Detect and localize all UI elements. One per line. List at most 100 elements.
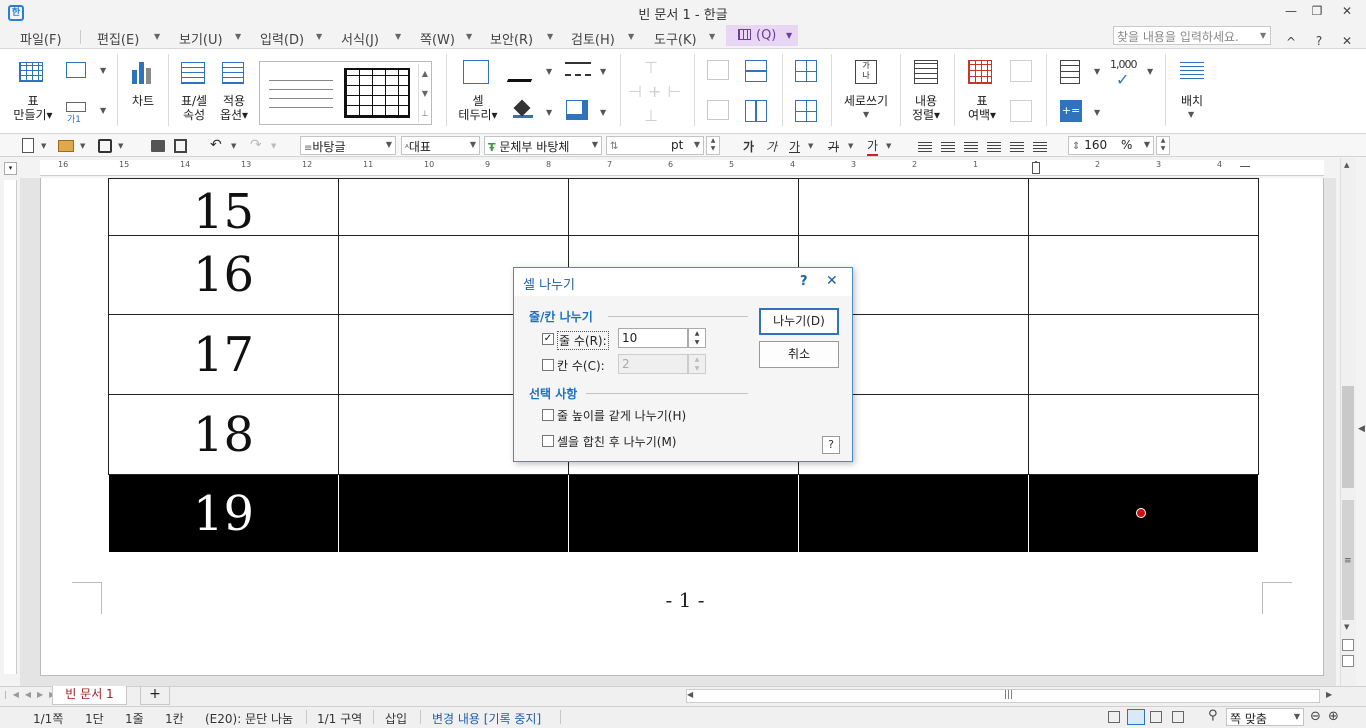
view-width-icon[interactable]: [1150, 711, 1162, 723]
horizontal-ruler[interactable]: 161514131211109876543211234: [40, 160, 1324, 176]
table-props-icon[interactable]: [181, 62, 205, 84]
chevron-down-icon[interactable]: ▼: [231, 142, 236, 150]
new-doc-icon[interactable]: [22, 138, 34, 153]
chevron-down-icon[interactable]: ▼: [1147, 67, 1153, 76]
menu-format[interactable]: 서식(J): [341, 29, 379, 48]
table-style-gallery[interactable]: ▲ ▼ ⊥: [259, 61, 432, 125]
font-size-spinner[interactable]: ▲ ▼: [706, 136, 720, 155]
table-cell-number[interactable]: 17: [108, 314, 339, 395]
arrange-button[interactable]: 배치: [1172, 94, 1212, 108]
rows-spinner[interactable]: ▲ ▼: [688, 328, 706, 348]
chevron-down-icon[interactable]: ▼: [100, 106, 106, 115]
chevron-down-icon[interactable]: ▼: [808, 142, 813, 150]
calc-icon[interactable]: +=: [1060, 100, 1082, 122]
vertical-write-icon[interactable]: 가나: [855, 60, 877, 84]
status-section[interactable]: 1/1 구역: [317, 710, 362, 727]
table-cell[interactable]: [1028, 314, 1259, 395]
menu-security[interactable]: 보안(R): [490, 29, 533, 48]
table-cell[interactable]: [568, 178, 799, 236]
dialog-help-icon[interactable]: ?: [800, 274, 808, 289]
table-style-grid[interactable]: [344, 68, 410, 118]
chevron-down-icon[interactable]: ▼: [546, 108, 552, 117]
italic-button[interactable]: 가: [766, 138, 777, 155]
line-style-icon[interactable]: [565, 62, 591, 76]
table-cell[interactable]: [338, 474, 569, 553]
table-cell-number[interactable]: 18: [108, 394, 339, 475]
chevron-down-icon[interactable]: ▼: [1260, 31, 1266, 40]
table-cell-number[interactable]: 19: [108, 474, 339, 553]
underline-button[interactable]: 가: [789, 138, 800, 155]
split-button[interactable]: 나누기(D): [759, 308, 839, 335]
table-cell[interactable]: [798, 474, 1029, 553]
status-track-changes[interactable]: 변경 내용 [기록 중지]: [432, 710, 541, 727]
dialog-close-icon[interactable]: ✕: [826, 273, 838, 289]
status-insert-mode[interactable]: 삽입: [385, 710, 407, 727]
table-margin-button[interactable]: 표 여백▾: [962, 94, 1002, 122]
menu-view[interactable]: 보기(U): [179, 29, 223, 48]
page-up-icon[interactable]: [1342, 639, 1354, 651]
chevron-down-icon[interactable]: ▼: [863, 110, 869, 119]
merge-cell-icon[interactable]: [795, 60, 817, 82]
restore-button[interactable]: ❐: [1307, 4, 1327, 20]
font-color-button[interactable]: 가: [867, 137, 879, 156]
chart-button[interactable]: 차트: [124, 94, 162, 108]
font-select[interactable]: Ŧ 문체부 바탕체 ▼: [484, 136, 602, 155]
chevron-down-icon[interactable]: ▼: [395, 32, 401, 41]
table-margin-icon[interactable]: [968, 60, 992, 84]
caption-icon[interactable]: [66, 102, 86, 112]
table-cell[interactable]: [1028, 178, 1259, 236]
chevron-down-icon[interactable]: ▼: [235, 32, 241, 41]
chevron-down-icon[interactable]: ▼: [600, 67, 606, 76]
cell-style-icon[interactable]: [66, 62, 86, 78]
apply-options-icon[interactable]: [222, 62, 244, 84]
bold-button[interactable]: 가: [743, 138, 754, 155]
make-table-button[interactable]: 표 만들기▾: [8, 94, 58, 122]
menu-review[interactable]: 검토(H): [571, 29, 615, 48]
chart-icon[interactable]: [132, 60, 154, 84]
chevron-down-icon[interactable]: ▼: [628, 32, 634, 41]
split-cell-icon[interactable]: [795, 100, 817, 122]
ruler-toggle[interactable]: ▾: [4, 162, 17, 175]
side-panel-toggle-icon[interactable]: ◀: [1358, 424, 1365, 434]
rows-checkbox[interactable]: ✓: [542, 333, 554, 345]
vertical-ruler[interactable]: [4, 180, 17, 674]
align-divide-icon[interactable]: [1033, 140, 1047, 152]
split-row-icon[interactable]: [745, 60, 767, 82]
scroll-right-icon[interactable]: ▶: [1326, 690, 1332, 699]
tab-document[interactable]: 빈 문서 1: [52, 686, 127, 705]
menu-edit[interactable]: 편집(E): [97, 29, 139, 48]
line-spacing-select[interactable]: ⇕ 160 % ▼: [1068, 136, 1154, 155]
zoom-in-icon[interactable]: ⊕: [1328, 709, 1339, 724]
chevron-down-icon[interactable]: ▼: [466, 32, 472, 41]
content-align-icon[interactable]: [914, 60, 938, 84]
menu-page[interactable]: 쪽(W): [420, 29, 455, 48]
cell-shade-icon[interactable]: [566, 100, 588, 120]
add-tab-button[interactable]: +: [140, 686, 170, 705]
merge-then-split-checkbox[interactable]: [542, 435, 554, 447]
apply-options-button[interactable]: 적용 옵션▾: [214, 94, 254, 122]
style-select[interactable]: ≡바탕글 ▼: [300, 136, 396, 155]
vertical-write-button[interactable]: 세로쓰기: [838, 94, 894, 108]
table-row[interactable]: 15: [108, 178, 1259, 236]
table-cell-number[interactable]: 16: [108, 235, 339, 315]
minimize-button[interactable]: —: [1281, 4, 1301, 20]
content-align-button[interactable]: 내용 정렬▾: [906, 94, 946, 122]
save-icon[interactable]: [98, 139, 112, 153]
chevron-down-icon[interactable]: ▼: [709, 32, 715, 41]
font-size-select[interactable]: ⇅ pt ▼: [606, 136, 704, 155]
cancel-button[interactable]: 취소: [759, 341, 839, 368]
table-cell[interactable]: [338, 178, 569, 236]
strike-button[interactable]: 가: [828, 138, 839, 155]
chevron-down-icon[interactable]: ▼: [547, 32, 553, 41]
formula-icon[interactable]: [1060, 60, 1080, 84]
rows-input[interactable]: 10: [618, 328, 688, 348]
language-select[interactable]: ᴬ대표 ▼: [401, 136, 480, 155]
view-two-page-icon[interactable]: [1172, 711, 1184, 723]
line-spacing-spinner[interactable]: ▲ ▼: [1156, 136, 1170, 155]
zoom-magnifier-icon[interactable]: ⚲: [1208, 708, 1218, 723]
zoom-select[interactable]: 쪽 맞춤 ▼: [1226, 708, 1304, 726]
equal-height-checkbox[interactable]: [542, 409, 554, 421]
scroll-up-icon[interactable]: ▲: [1344, 161, 1349, 169]
zoom-out-icon[interactable]: ⊖: [1310, 709, 1321, 724]
chevron-down-icon[interactable]: ▼: [1188, 110, 1194, 119]
